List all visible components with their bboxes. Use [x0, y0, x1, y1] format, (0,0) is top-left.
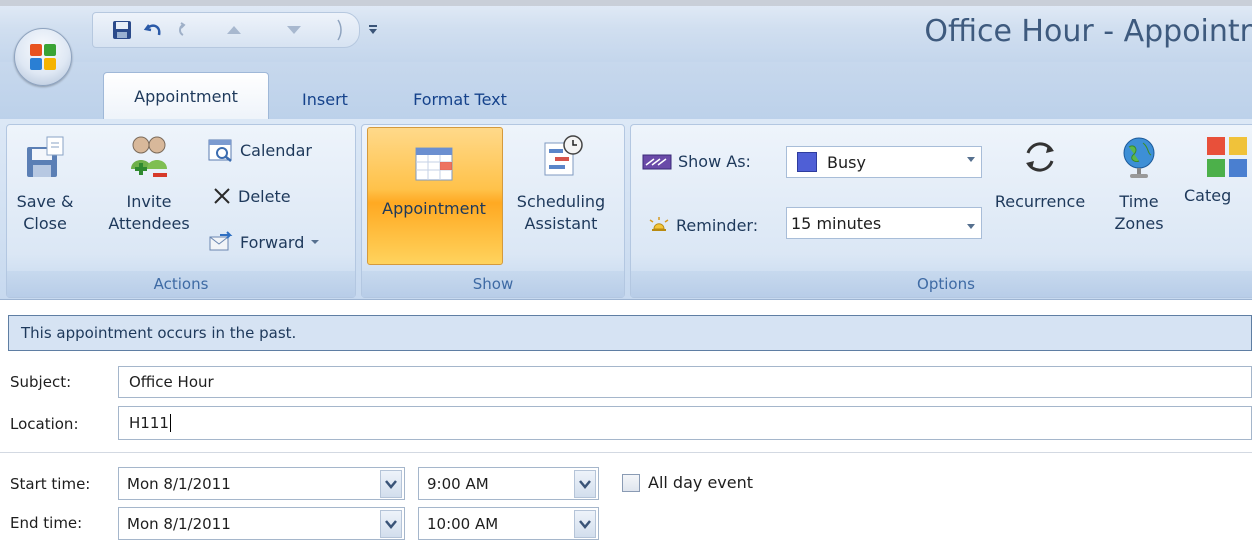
scheduling-assistant-icon — [544, 135, 583, 176]
undo-icon[interactable] — [143, 19, 165, 41]
calendar-label: Calendar — [240, 140, 312, 160]
reminder-label-group: Reminder: — [648, 214, 758, 236]
save-close-line2: Close — [23, 214, 67, 233]
invite-line1: Invite — [126, 192, 172, 211]
globe-icon — [1123, 137, 1155, 178]
start-date-value: Mon 8/1/2011 — [127, 474, 231, 493]
delete-label: Delete — [238, 186, 291, 206]
end-date-chevron-down-icon[interactable] — [380, 510, 402, 538]
reminder-label: Reminder: — [676, 215, 759, 235]
window-top-edge — [0, 0, 1252, 6]
end-time-chevron-down-icon[interactable] — [574, 510, 596, 538]
text-cursor — [169, 414, 171, 432]
scheduling-assistant-button[interactable]: Scheduling Assistant — [505, 133, 617, 235]
calendar-button[interactable]: Calendar — [208, 138, 312, 162]
show-as-dropdown[interactable]: Busy — [786, 146, 982, 178]
delete-button[interactable]: Delete — [212, 186, 291, 206]
time-zones-button[interactable]: Time Zones — [1104, 133, 1174, 235]
end-time-value: 10:00 AM — [427, 514, 499, 533]
quick-access-toolbar — [92, 12, 360, 48]
reminder-chevron-down-icon — [967, 224, 975, 229]
all-day-label[interactable]: All day event — [648, 473, 753, 492]
office-button[interactable] — [14, 28, 72, 86]
invite-attendees-button[interactable]: Invite Attendees — [100, 133, 198, 235]
show-as-chevron-down-icon — [967, 157, 975, 162]
start-time-label: Start time: — [10, 475, 91, 493]
time-zones-line1: Time — [1119, 192, 1159, 211]
start-time-chevron-down-icon[interactable] — [574, 470, 596, 498]
end-time-dropdown[interactable]: 10:00 AM — [418, 507, 599, 540]
show-as-icon — [642, 154, 672, 169]
time-zones-line2: Zones — [1114, 214, 1164, 233]
reminder-dropdown[interactable]: 15 minutes — [786, 207, 982, 239]
subject-value: Office Hour — [129, 373, 214, 391]
save-close-button[interactable]: Save & Close — [12, 133, 78, 235]
window-title: Office Hour - Appointr — [924, 14, 1252, 49]
forward-dropdown-icon[interactable] — [310, 238, 320, 246]
down-arrow-icon[interactable] — [283, 19, 305, 41]
categorize-button[interactable]: Categ — [1183, 133, 1252, 207]
save-close-icon — [27, 136, 64, 177]
appointment-calendar-icon — [415, 147, 453, 181]
redo-icon[interactable] — [175, 19, 197, 41]
subject-field[interactable]: Office Hour — [118, 366, 1252, 398]
scheduling-line1: Scheduling — [516, 192, 606, 211]
show-as-value: Busy — [827, 152, 866, 172]
group-label-actions: Actions — [7, 271, 355, 297]
group-label-show: Show — [362, 271, 624, 297]
categorize-label: Categ — [1184, 186, 1232, 205]
forward-label: Forward — [240, 232, 305, 252]
save-close-line1: Save & — [16, 192, 74, 211]
recurrence-button[interactable]: Recurrence — [985, 133, 1095, 213]
customize-qat-icon[interactable] — [362, 18, 384, 40]
info-bar: This appointment occurs in the past. — [8, 315, 1252, 351]
start-time-dropdown[interactable]: 9:00 AM — [418, 467, 599, 500]
show-as-label-group: Show As: — [642, 152, 751, 171]
end-date-value: Mon 8/1/2011 — [127, 514, 231, 533]
start-date-chevron-down-icon[interactable] — [380, 470, 402, 498]
save-icon[interactable] — [111, 19, 133, 41]
start-time-value: 9:00 AM — [427, 474, 489, 493]
section-divider — [0, 452, 1252, 453]
group-label-options: Options — [631, 271, 1252, 297]
appointment-view-label: Appointment — [382, 199, 486, 218]
invite-line2: Attendees — [108, 214, 190, 233]
end-date-dropdown[interactable]: Mon 8/1/2011 — [118, 507, 405, 540]
categorize-icon — [1207, 137, 1247, 177]
reminder-bell-icon — [649, 217, 669, 231]
show-as-label: Show As: — [678, 152, 751, 171]
info-bar-text: This appointment occurs in the past. — [21, 324, 297, 342]
tab-format-text[interactable]: Format Text — [390, 80, 530, 118]
tab-insert[interactable]: Insert — [285, 80, 365, 118]
reminder-value: 15 minutes — [791, 213, 882, 233]
location-value: H111 — [129, 414, 169, 432]
calendar-icon — [208, 139, 232, 162]
subject-label: Subject: — [10, 373, 72, 391]
scheduling-line2: Assistant — [524, 214, 598, 233]
forward-icon — [209, 231, 233, 251]
start-date-dropdown[interactable]: Mon 8/1/2011 — [118, 467, 405, 500]
office-logo-icon — [30, 44, 56, 70]
recurrence-icon — [1026, 142, 1054, 172]
location-label: Location: — [10, 415, 79, 433]
appointment-view-content: Appointment — [367, 140, 501, 220]
tab-appointment[interactable]: Appointment — [103, 72, 269, 120]
up-arrow-icon[interactable] — [223, 19, 245, 41]
end-time-label: End time: — [10, 514, 83, 532]
delete-icon — [214, 188, 230, 204]
busy-color-swatch — [797, 152, 817, 172]
all-day-checkbox[interactable] — [622, 474, 640, 492]
forward-button[interactable]: Forward — [208, 231, 320, 253]
qat-separator — [333, 19, 347, 41]
location-field[interactable]: H111 — [118, 406, 1252, 440]
recurrence-label: Recurrence — [994, 192, 1086, 211]
invite-attendees-icon — [131, 136, 167, 177]
